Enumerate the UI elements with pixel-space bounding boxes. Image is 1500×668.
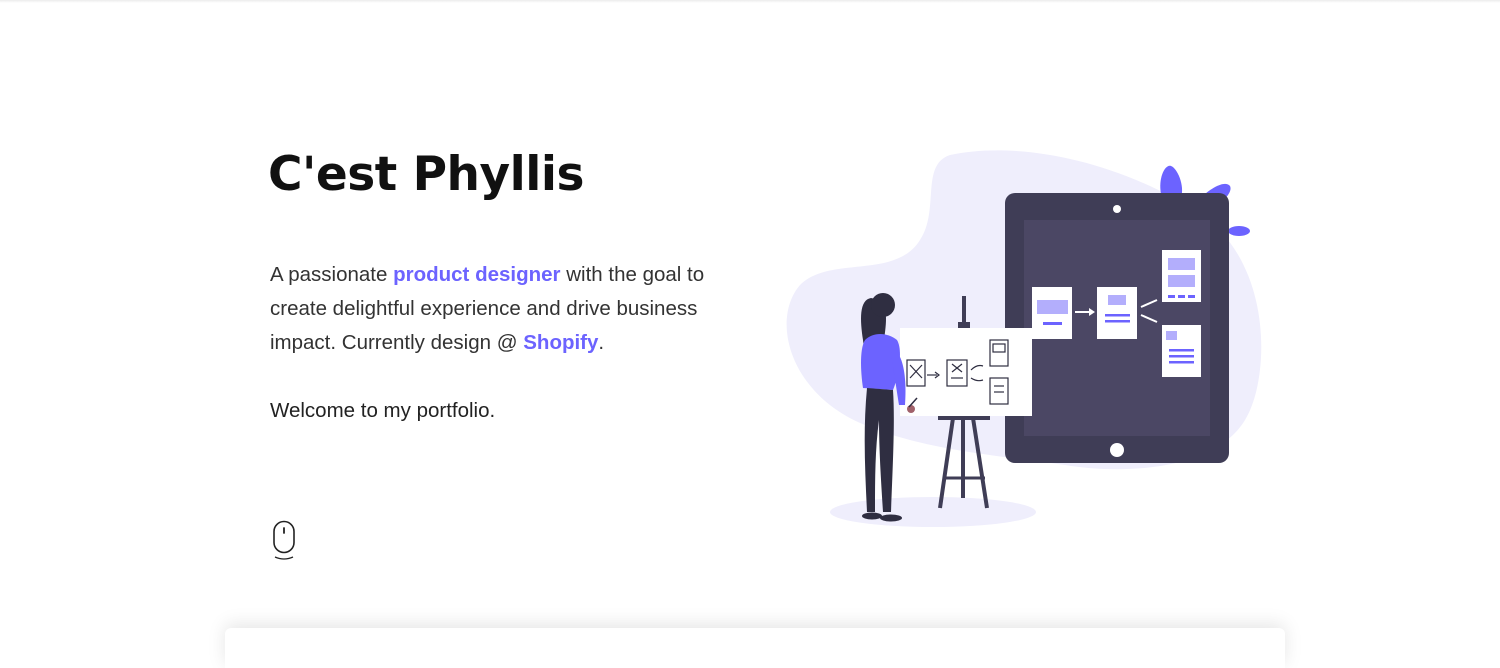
welcome-text: Welcome to my portfolio. bbox=[270, 399, 496, 422]
woman-legs bbox=[864, 388, 894, 512]
flow-card bbox=[1097, 287, 1137, 339]
intro-text-3: . bbox=[598, 331, 605, 354]
floor-shadow bbox=[830, 497, 1036, 527]
next-section-card bbox=[225, 628, 1285, 668]
easel-top bbox=[962, 296, 966, 326]
shopify-link[interactable]: Shopify bbox=[523, 331, 598, 354]
sketch-board bbox=[900, 328, 1032, 416]
woman-head bbox=[871, 293, 895, 317]
leaf-shape bbox=[1228, 226, 1250, 236]
header-shadow bbox=[0, 0, 1500, 3]
tablet-camera bbox=[1113, 205, 1121, 213]
product-designer-link[interactable]: product designer bbox=[393, 263, 560, 286]
mouse-scroll-icon[interactable] bbox=[272, 520, 298, 562]
page-title: C'est Phyllis bbox=[268, 147, 584, 202]
designer-illustration bbox=[786, 150, 1262, 527]
tablet-home-button bbox=[1110, 443, 1124, 457]
hero-intro: A passionate product designer with the g… bbox=[270, 258, 740, 360]
intro-text-1: A passionate bbox=[270, 263, 394, 286]
